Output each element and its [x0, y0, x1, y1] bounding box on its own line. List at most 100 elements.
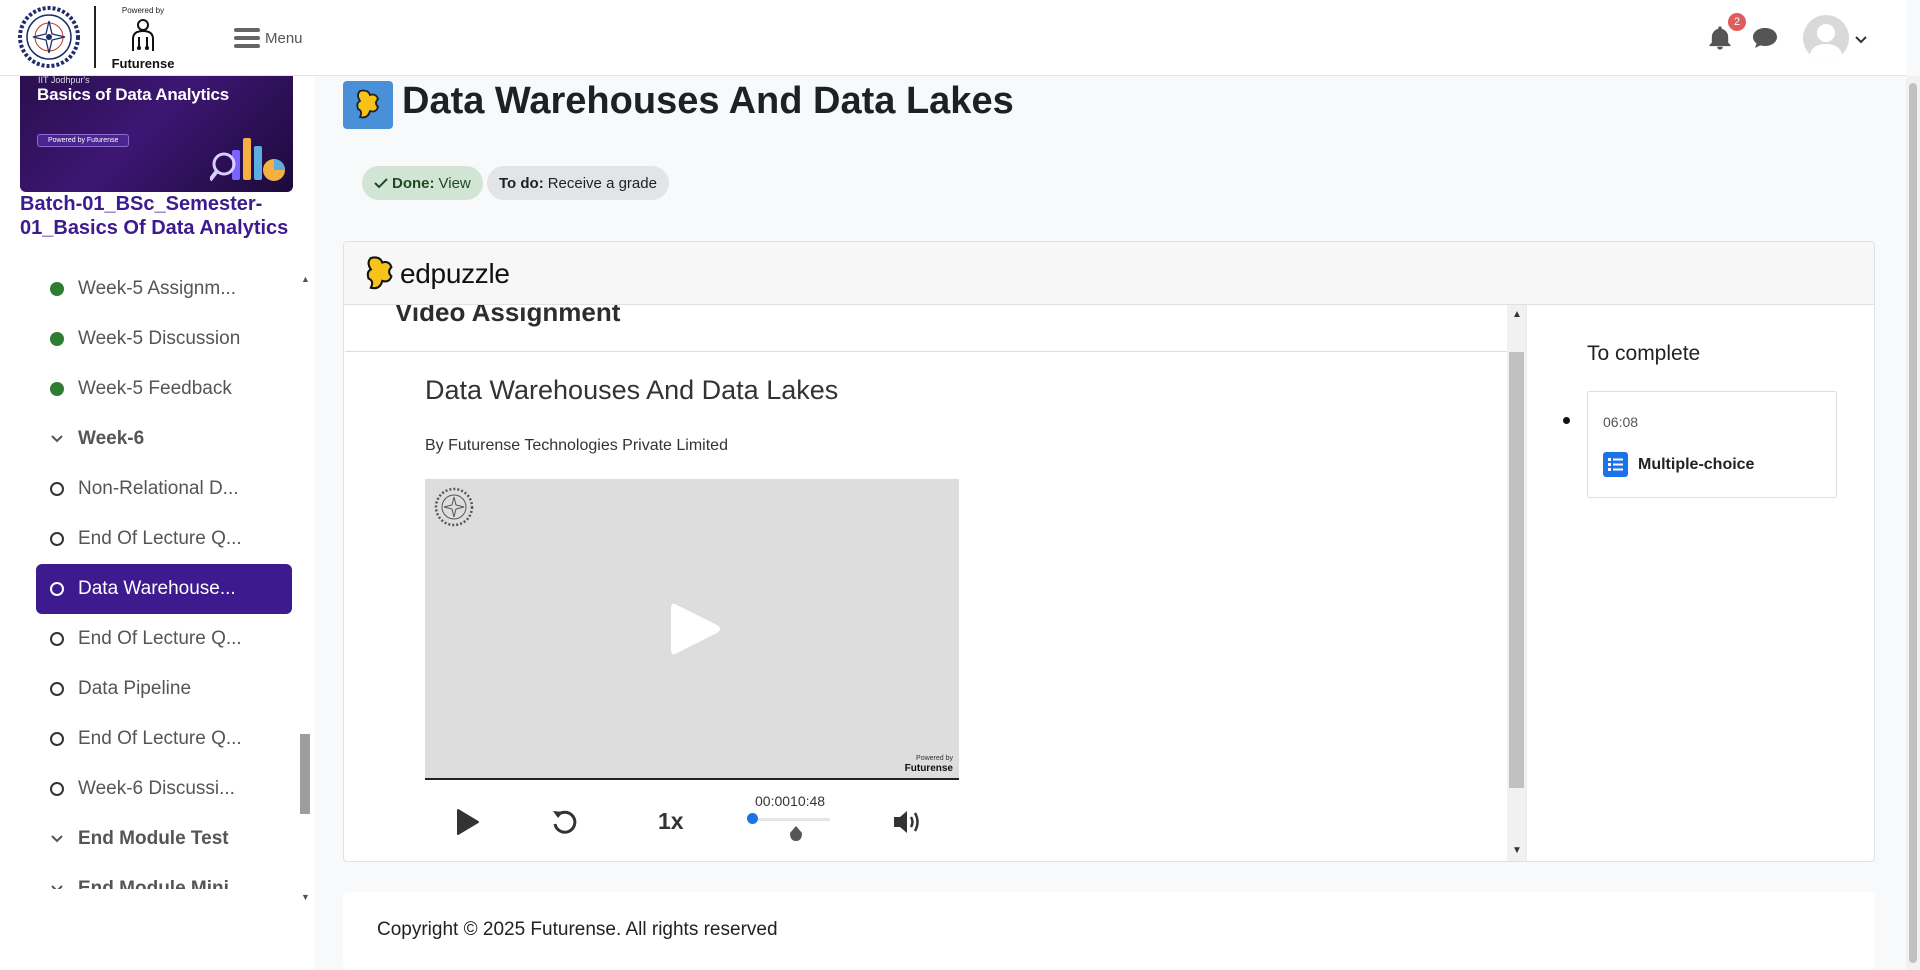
menu-label: Menu: [265, 29, 303, 47]
question-card[interactable]: 06:08 Multiple-choice: [1587, 391, 1837, 498]
sidebar-item-week6-discussion[interactable]: Week-6 Discussi...: [36, 764, 292, 814]
sidebar-item-label: End Of Lecture Q...: [78, 528, 242, 549]
volume-icon[interactable]: [891, 807, 923, 837]
course-title-link[interactable]: Batch-01_BSc_Semester-01_Basics Of Data …: [20, 192, 300, 240]
video-assignment-frame: Video Assignment Data Warehouses And Dat…: [345, 305, 1527, 861]
play-icon[interactable]: [453, 807, 481, 837]
completed-status-icon: [50, 332, 64, 346]
edpuzzle-logo: edpuzzle: [364, 254, 510, 294]
sidebar-item-label: Week-5 Discussion: [78, 328, 241, 349]
video-assignment-heading: Video Assignment: [395, 305, 621, 327]
incomplete-status-icon: [50, 482, 64, 496]
big-play-icon[interactable]: [661, 597, 725, 661]
edpuzzle-activity-icon: [343, 81, 393, 129]
sidebar-item-week5-discussion[interactable]: Week-5 Discussion: [36, 314, 292, 364]
page-scrollbar[interactable]: [1906, 76, 1920, 970]
sidebar-item-data-pipeline[interactable]: Data Pipeline: [36, 664, 292, 714]
chat-icon[interactable]: [1751, 26, 1779, 50]
menu-button[interactable]: Menu: [234, 24, 303, 52]
sidebar-scroll-down-arrow[interactable]: ▼: [301, 892, 310, 902]
sidebar-item-week5-feedback[interactable]: Week-5 Feedback: [36, 364, 292, 414]
done-value: View: [438, 174, 471, 192]
player-powered-brand: Futurense: [904, 763, 953, 774]
incomplete-status-icon: [50, 632, 64, 646]
completed-status-icon: [50, 282, 64, 296]
sidebar-section-label: End Module Mini...: [78, 878, 245, 889]
scroll-up-arrow[interactable]: ▲: [1512, 309, 1522, 320]
course-banner-image: IIT Jodhpur's Basics of Data Analytics P…: [20, 76, 293, 192]
chevron-down-icon[interactable]: [1855, 32, 1867, 44]
completed-status-icon: [50, 382, 64, 396]
course-sidebar: IIT Jodhpur's Basics of Data Analytics P…: [0, 76, 314, 970]
sidebar-item-label: Week-6 Discussi...: [78, 778, 235, 799]
sidebar-item-label: Data Pipeline: [78, 678, 192, 699]
question-timestamp: 06:08: [1603, 414, 1639, 430]
avatar[interactable]: [1803, 15, 1849, 61]
chevron-down-icon: [50, 835, 64, 843]
hamburger-icon: [234, 24, 260, 52]
question-marker-icon[interactable]: [789, 825, 803, 843]
iit-jodhpur-seal-logo[interactable]: [18, 4, 80, 70]
analytics-illustration-icon: [210, 138, 285, 182]
rewind-icon[interactable]: [550, 807, 580, 837]
page-title: Data Warehouses And Data Lakes: [402, 80, 1014, 122]
seek-track[interactable]: [752, 818, 830, 821]
panel-divider: [1526, 305, 1527, 861]
video-player[interactable]: Powered by Futurense: [425, 479, 959, 779]
page-footer: Copyright © 2025 Futurense. All rights r…: [343, 892, 1875, 970]
sidebar-section-end-module-test[interactable]: End Module Test: [36, 814, 292, 864]
logo-divider: [94, 6, 96, 68]
time-display: 00:0010:48: [755, 793, 826, 809]
sidebar-item-end-of-lecture-quiz[interactable]: End Of Lecture Q...: [36, 614, 292, 664]
todo-grade-badge: To do: Receive a grade: [487, 166, 669, 200]
sidebar-item-label: Data Warehouse...: [78, 578, 236, 599]
done-view-badge: Done: View: [362, 166, 483, 200]
sidebar-section-week6[interactable]: Week-6: [36, 414, 292, 464]
sidebar-item-label: Week-5 Feedback: [78, 378, 232, 399]
video-author: By Futurense Technologies Private Limite…: [425, 437, 728, 454]
edpuzzle-embed-card: edpuzzle Video Assignment Data Warehouse…: [343, 241, 1875, 862]
sidebar-section-label: End Module Test: [78, 828, 229, 849]
scroll-down-arrow[interactable]: ▼: [1512, 845, 1522, 856]
sidebar-section-end-module-mini[interactable]: End Module Mini...: [36, 864, 292, 889]
sidebar-item-non-relational[interactable]: Non-Relational D...: [36, 464, 292, 514]
futurense-logo[interactable]: Powered by Futurense: [104, 4, 182, 72]
page-scrollbar-thumb[interactable]: [1909, 83, 1917, 963]
chevron-down-icon: [50, 435, 64, 443]
edpuzzle-header: edpuzzle: [344, 242, 1874, 305]
sidebar-item-end-of-lecture-quiz[interactable]: End Of Lecture Q...: [36, 714, 292, 764]
sidebar-item-data-warehouses[interactable]: Data Warehouse...: [36, 564, 292, 614]
copyright-text: Copyright © 2025 Futurense. All rights r…: [377, 919, 778, 940]
player-progress-bar[interactable]: [425, 778, 959, 780]
question-bullet: [1563, 417, 1570, 424]
divider: [345, 351, 1513, 352]
frame-scrollbar[interactable]: ▲ ▼: [1507, 305, 1526, 861]
player-watermark: Powered by Futurense: [905, 754, 953, 774]
multiple-choice-icon: [1603, 452, 1628, 477]
banner-pill: Powered by Futurense: [37, 134, 130, 147]
sidebar-item-week5-assignment[interactable]: Week-5 Assignm...: [36, 264, 292, 314]
course-index-list: Week-5 Assignm... Week-5 Discussion Week…: [36, 264, 292, 889]
sidebar-item-end-of-lecture-quiz[interactable]: End Of Lecture Q...: [36, 514, 292, 564]
todo-value: Receive a grade: [547, 174, 657, 192]
incomplete-status-icon: [50, 782, 64, 796]
banner-tag: IIT Jodhpur's: [38, 76, 90, 85]
edpuzzle-puzzle-icon: [366, 256, 393, 290]
sidebar-item-label: End Of Lecture Q...: [78, 728, 242, 749]
playback-speed-button[interactable]: 1x: [658, 808, 684, 835]
done-label: Done:: [392, 174, 435, 192]
seek-knob[interactable]: [747, 813, 758, 824]
sidebar-scrollbar-thumb[interactable]: [300, 734, 310, 814]
incomplete-status-icon: [50, 532, 64, 546]
check-icon: [374, 178, 388, 189]
question-type-label: Multiple-choice: [1638, 455, 1755, 473]
sidebar-section-label: Week-6: [78, 428, 145, 449]
incomplete-status-icon: [50, 682, 64, 696]
banner-title: Basics of Data Analytics: [37, 85, 230, 104]
chevron-down-icon: [50, 885, 64, 889]
logo-brand-name: Futurense: [111, 56, 175, 71]
incomplete-status-icon: [50, 732, 64, 746]
frame-scrollbar-thumb[interactable]: [1509, 352, 1524, 788]
sidebar-scroll-up-arrow[interactable]: ▲: [301, 274, 310, 284]
logo-powered-by: Powered by: [121, 6, 165, 15]
